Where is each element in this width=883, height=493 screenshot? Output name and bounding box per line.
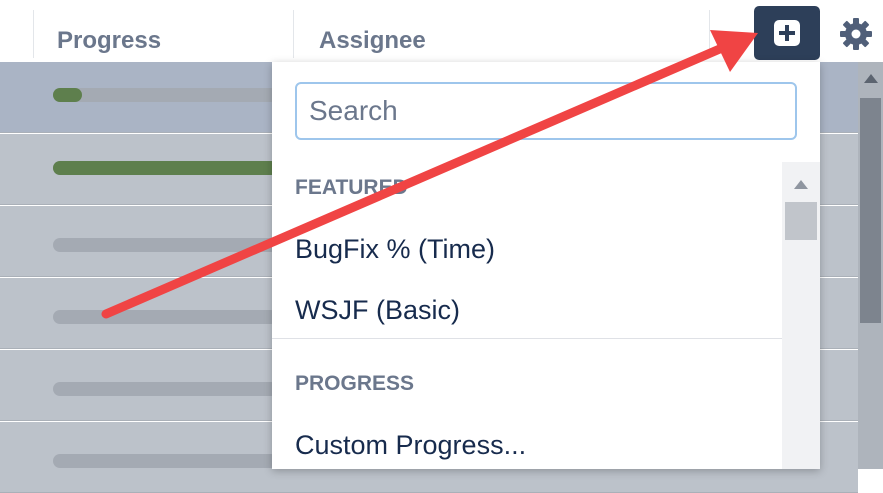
column-header-progress[interactable]: Progress: [57, 27, 161, 55]
progress-bar: [53, 238, 278, 252]
column-separator: [709, 10, 710, 58]
table-header: Progress Assignee: [0, 0, 883, 62]
search-input[interactable]: [295, 82, 797, 140]
section-heading-progress: PROGRESS: [295, 372, 415, 395]
progress-bar: [53, 454, 278, 468]
add-column-button[interactable]: [754, 6, 820, 60]
scrollbar-thumb[interactable]: [785, 202, 817, 240]
section-heading-featured: FEATURED: [295, 176, 408, 199]
plus-square-icon: [774, 20, 800, 46]
scroll-up-icon[interactable]: [864, 74, 878, 83]
scrollbar-thumb[interactable]: [860, 98, 881, 323]
scroll-up-icon[interactable]: [794, 180, 808, 189]
section-divider: [272, 338, 782, 339]
dropdown-scrollbar[interactable]: [782, 162, 820, 469]
progress-bar-fill: [53, 161, 278, 175]
progress-bar: [53, 88, 278, 102]
gear-icon[interactable]: [838, 16, 874, 52]
progress-bar: [53, 310, 278, 324]
progress-bar: [53, 382, 278, 396]
progress-bar: [53, 161, 278, 175]
add-column-dropdown: FEATURED BugFix % (Time) WSJF (Basic) PR…: [272, 62, 820, 469]
progress-bar-fill: [53, 88, 82, 102]
table-scrollbar[interactable]: [858, 62, 883, 469]
column-header-assignee[interactable]: Assignee: [319, 27, 426, 55]
menu-item-custom-progress[interactable]: Custom Progress...: [295, 430, 526, 461]
column-separator: [293, 10, 294, 58]
menu-item-bugfix-time[interactable]: BugFix % (Time): [295, 234, 495, 265]
column-separator: [33, 10, 34, 58]
menu-item-wsjf-basic[interactable]: WSJF (Basic): [295, 295, 460, 326]
